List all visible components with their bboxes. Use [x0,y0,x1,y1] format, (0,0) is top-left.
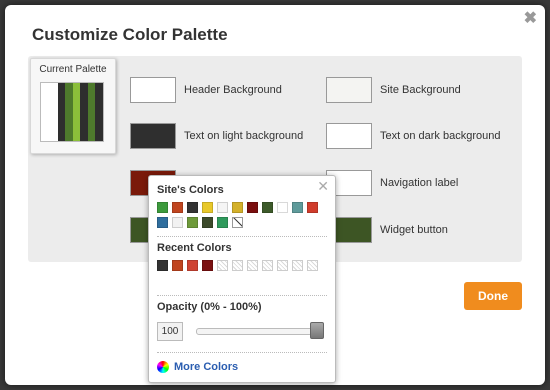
site-color-swatch[interactable] [307,202,318,213]
recent-color-swatch[interactable] [292,260,303,271]
more-colors-label: More Colors [174,361,239,373]
navigation-label-text: Navigation label [380,177,459,189]
site-color-swatch[interactable] [202,202,213,213]
recent-color-swatch[interactable] [217,260,228,271]
palette-stripe [57,83,66,141]
palette-stripe [87,83,96,141]
current-palette-label: Current Palette [39,64,107,75]
site-color-swatch[interactable] [232,217,243,228]
divider [157,295,327,296]
sites-colors-grid [157,202,327,228]
row-widget-button: Widget button [326,216,448,244]
recent-colors-grid [157,260,327,271]
recent-color-swatch[interactable] [187,260,198,271]
divider [157,352,327,353]
site-color-swatch[interactable] [217,217,228,228]
recent-color-swatch[interactable] [262,260,273,271]
site-color-swatch[interactable] [232,202,243,213]
recent-color-swatch[interactable] [247,260,258,271]
opacity-slider-thumb[interactable] [310,322,324,339]
site-color-swatch[interactable] [187,202,198,213]
site-color-swatch[interactable] [157,217,168,228]
popover-close-icon[interactable]: ✕ [317,178,329,195]
done-button[interactable]: Done [464,282,522,310]
site-color-swatch[interactable] [292,202,303,213]
header-background-swatch[interactable] [130,77,176,103]
row-site-background: Site Background [326,76,461,104]
row-navigation-label: Navigation label [326,169,458,197]
header-background-label: Header Background [184,84,282,96]
current-palette-card[interactable]: Current Palette [30,58,116,154]
row-text-light-bg: Text on light background [130,122,303,150]
recent-color-swatch[interactable] [172,260,183,271]
palette-stripe [80,83,88,141]
site-color-swatch[interactable] [187,217,198,228]
color-picker-popover: ✕ Site's Colors Recent Colors Opacity (0… [148,175,336,383]
divider [157,236,327,237]
current-palette-preview [40,82,104,142]
site-color-swatch[interactable] [247,202,258,213]
recent-color-swatch[interactable] [307,260,318,271]
recent-color-swatch[interactable] [157,260,168,271]
row-text-dark-bg: Text on dark background [326,122,500,150]
color-wheel-icon [157,361,169,373]
site-color-swatch[interactable] [217,202,228,213]
close-icon[interactable]: ✖ [524,8,537,28]
site-color-swatch[interactable] [202,217,213,228]
text-dark-bg-swatch[interactable] [326,123,372,149]
text-light-bg-label: Text on light background [184,130,304,142]
site-background-swatch[interactable] [326,77,372,103]
text-light-bg-swatch[interactable] [130,123,176,149]
site-color-swatch[interactable] [262,202,273,213]
recent-colors-title: Recent Colors [157,242,232,254]
row-header-background: Header Background [130,76,282,104]
palette-stripe [95,83,104,141]
palette-stripe [65,83,73,141]
dialog-title: Customize Color Palette [32,25,228,44]
widget-button-label: Widget button [380,224,448,236]
site-background-label: Site Background [380,84,461,96]
opacity-slider-track[interactable] [196,328,324,335]
opacity-input[interactable]: 100 [157,322,183,341]
palette-stripe [72,83,81,141]
sites-colors-title: Site's Colors [157,184,224,196]
text-dark-bg-label: Text on dark background [380,130,501,142]
recent-color-swatch[interactable] [277,260,288,271]
site-color-swatch[interactable] [172,202,183,213]
recent-color-swatch[interactable] [232,260,243,271]
opacity-title: Opacity (0% - 100%) [157,301,262,313]
palette-stripe [41,83,58,141]
site-color-swatch[interactable] [172,217,183,228]
site-color-swatch[interactable] [157,202,168,213]
site-color-swatch[interactable] [277,202,288,213]
more-colors-link[interactable]: More Colors [157,361,238,373]
recent-color-swatch[interactable] [202,260,213,271]
